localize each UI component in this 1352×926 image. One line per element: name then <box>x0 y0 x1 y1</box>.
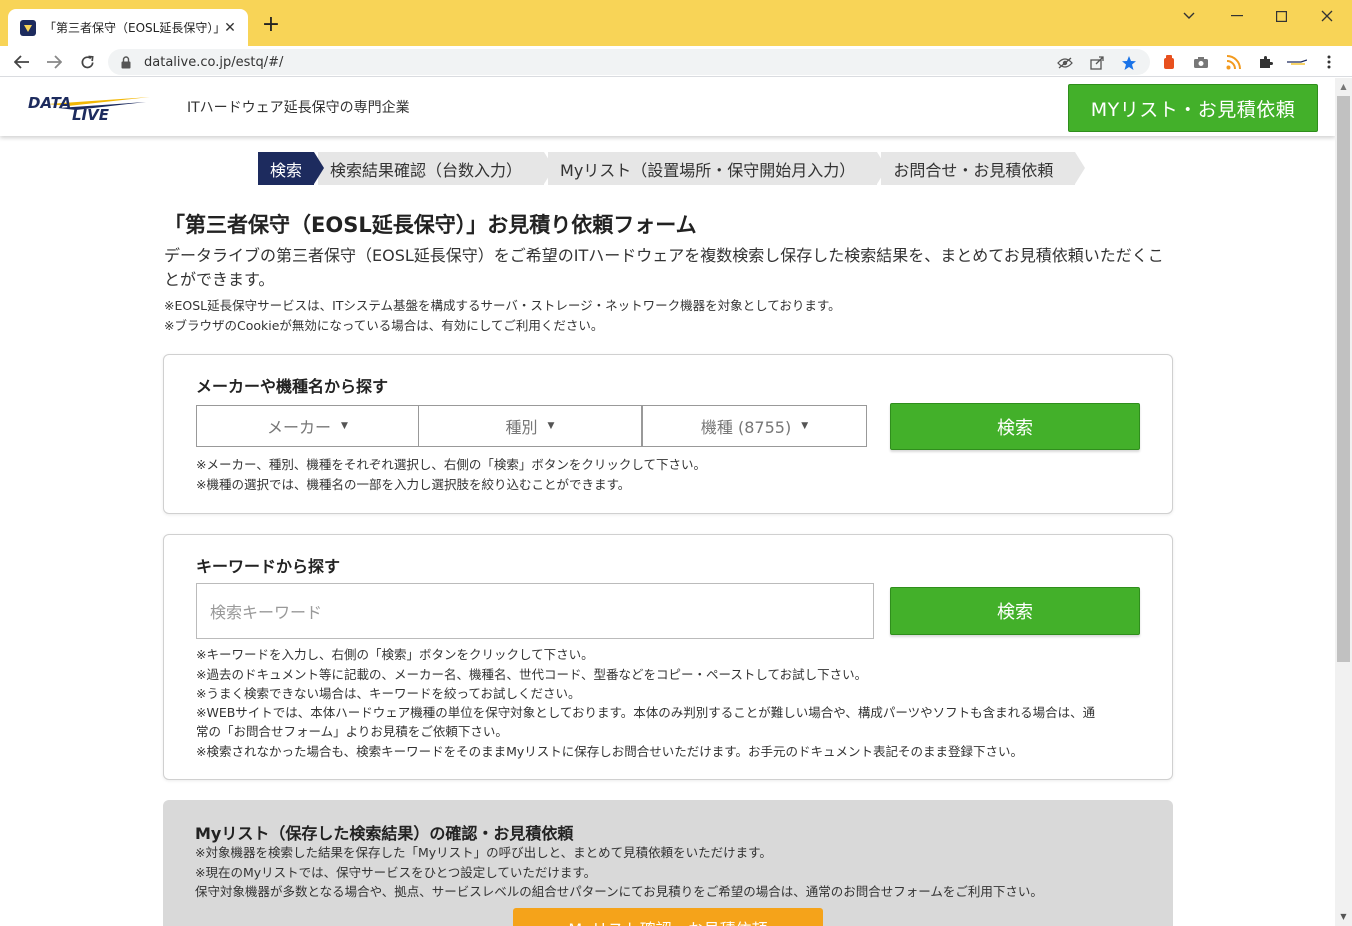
mylist-quote-button[interactable]: MYリスト・お見積依頼 <box>1068 84 1318 132</box>
mylist-note: 保守対象機器が多数となる場合や、拠点、サービスレベルの組合せパターンにてお見積り… <box>195 884 1043 899</box>
mylist-confirm-button[interactable]: Myリスト確認・お見積依頼 <box>513 908 823 926</box>
eye-off-icon[interactable] <box>1056 54 1074 72</box>
keyword-note: ※過去のドキュメント等に記載の、メーカー名、機種名、世代コード、型番などをコピー… <box>196 667 868 682</box>
browser-titlebar: 「第三者保守（EOSL延長保守）」お ✕ + <box>0 0 1352 46</box>
close-window-icon[interactable] <box>1304 4 1350 28</box>
datalive-extension-icon[interactable] <box>1286 53 1308 71</box>
category-select[interactable]: 種別 ▼ <box>418 405 642 447</box>
maker-select[interactable]: メーカー ▼ <box>196 405 419 447</box>
site-tagline: ITハードウェア延長保守の専門企業 <box>187 100 410 116</box>
tab-close-icon[interactable]: ✕ <box>222 20 238 36</box>
datalive-logo[interactable]: DATA LIVE <box>28 90 150 124</box>
camera-icon[interactable] <box>1192 53 1210 71</box>
intro-note: ※EOSL延長保守サービスは、ITシステム基盤を構成するサーバ・ストレージ・ネッ… <box>164 298 841 313</box>
step-inquiry: お問合せ・お見積依頼 <box>881 152 1086 185</box>
page-title: 「第三者保守（EOSL延長保守）」お見積り依頼フォーム <box>164 213 697 237</box>
intro-lead: データライブの第三者保守（EOSL延長保守）をご希望のITハードウェアを複数検索… <box>164 246 1164 289</box>
keyword-input[interactable]: 検索キーワード <box>196 583 874 639</box>
step-results: 検索結果確認（台数入力） <box>318 152 555 185</box>
reload-icon[interactable] <box>74 49 100 75</box>
back-arrow-icon[interactable] <box>9 49 35 75</box>
keyword-note: ※WEBサイトでは、本体ハードウェア機種の単位を保守対象としております。本体のみ… <box>196 705 1096 720</box>
keyword-note: ※検索されなかった場合も、検索キーワードをそのままMyリストに保存しお問合せいた… <box>196 744 1024 759</box>
scroll-up-icon[interactable]: ▲ <box>1335 80 1352 94</box>
rss-icon[interactable] <box>1224 53 1242 71</box>
maker-search-note: ※メーカー、種別、機種をそれぞれ選択し、右側の「検索」ボタンをクリックして下さい… <box>196 457 706 472</box>
mylist-panel: Myリスト（保存した検索結果）の確認・お見積依頼 ※対象機器を検索した結果を保存… <box>163 800 1173 926</box>
caret-down-icon: ▼ <box>547 421 555 431</box>
maker-search-button[interactable]: 検索 <box>890 403 1140 450</box>
maker-search-panel: メーカーや機種名から探す メーカー ▼ 種別 ▼ 機種 (8755) ▼ 検索 ※メー… <box>163 354 1173 514</box>
forward-arrow-icon[interactable] <box>41 49 67 75</box>
keyword-search-title: キーワードから探す <box>196 557 341 576</box>
minimize-icon[interactable] <box>1214 4 1260 28</box>
puzzle-icon[interactable] <box>1256 53 1274 71</box>
lock-icon <box>120 55 132 69</box>
keyword-note: ※キーワードを入力し、右側の「検索」ボタンをクリックして下さい。 <box>196 647 594 662</box>
maker-search-title: メーカーや機種名から探す <box>196 377 389 396</box>
intro-note: ※ブラウザのCookieが無効になっている場合は、有効にしてご利用ください。 <box>164 318 604 333</box>
svg-text:DATA: DATA <box>28 94 71 112</box>
browser-tab[interactable]: 「第三者保守（EOSL延長保守）」お ✕ <box>8 9 248 46</box>
maximize-icon[interactable] <box>1258 4 1304 28</box>
url-text: datalive.co.jp/estq/#/ <box>144 54 284 70</box>
menu-dots-icon[interactable] <box>1320 53 1338 71</box>
progress-steps: 検索 検索結果確認（台数入力） Myリスト（設置場所・保守開始月入力） お問合せ… <box>258 152 1086 185</box>
scroll-down-icon[interactable]: ▼ <box>1335 910 1352 924</box>
site-header: DATA LIVE ITハードウェア延長保守の専門企業 MYリスト・お見積依頼 <box>0 78 1335 136</box>
keyword-search-panel: キーワードから探す 検索キーワード 検索 ※キーワードを入力し、右側の「検索」ボ… <box>163 534 1173 780</box>
svg-text:LIVE: LIVE <box>72 106 110 122</box>
keyword-note: 常の「お問合せフォーム」よりお見積をご依頼下さい。 <box>196 724 508 739</box>
step-search: 検索 <box>258 152 325 185</box>
caret-down-icon: ▼ <box>801 421 809 431</box>
keyword-search-button[interactable]: 検索 <box>890 587 1140 635</box>
star-icon[interactable] <box>1120 54 1138 72</box>
browser-toolbar: datalive.co.jp/estq/#/ <box>0 46 1352 77</box>
address-bar[interactable]: datalive.co.jp/estq/#/ <box>108 49 1150 75</box>
mylist-note: ※現在のMyリストでは、保守サービスをひとつ設定していただけます。 <box>195 865 597 880</box>
tab-search-chevron-icon[interactable] <box>1166 4 1212 28</box>
extension-badge-icon[interactable] <box>1160 53 1178 71</box>
new-tab-button[interactable]: + <box>258 12 284 38</box>
mylist-note: ※対象機器を検索した結果を保存した「Myリスト」の呼び出しと、まとめて見積依頼を… <box>195 845 772 860</box>
model-select-label: 機種 (8755) <box>700 418 792 437</box>
mylist-title: Myリスト（保存した検索結果）の確認・お見積依頼 <box>195 824 574 843</box>
tab-title: 「第三者保守（EOSL延長保守）」お <box>44 21 222 35</box>
maker-search-note: ※機種の選択では、機種名の一部を入力し選択肢を絞り込むことができます。 <box>196 477 631 492</box>
step-mylist: Myリスト（設置場所・保守開始月入力） <box>548 152 888 185</box>
maker-select-label: メーカー <box>267 418 332 437</box>
category-select-label: 種別 <box>505 418 538 437</box>
keyword-note: ※うまく検索できない場合は、キーワードを絞ってお試しください。 <box>196 686 581 701</box>
share-icon[interactable] <box>1088 54 1106 72</box>
caret-down-icon: ▼ <box>341 421 348 431</box>
page-viewport: DATA LIVE ITハードウェア延長保守の専門企業 MYリスト・お見積依頼 … <box>0 78 1335 926</box>
model-select[interactable]: 機種 (8755) ▼ <box>642 405 867 447</box>
datalive-favicon <box>20 19 36 36</box>
scrollbar-thumb[interactable] <box>1337 96 1350 662</box>
